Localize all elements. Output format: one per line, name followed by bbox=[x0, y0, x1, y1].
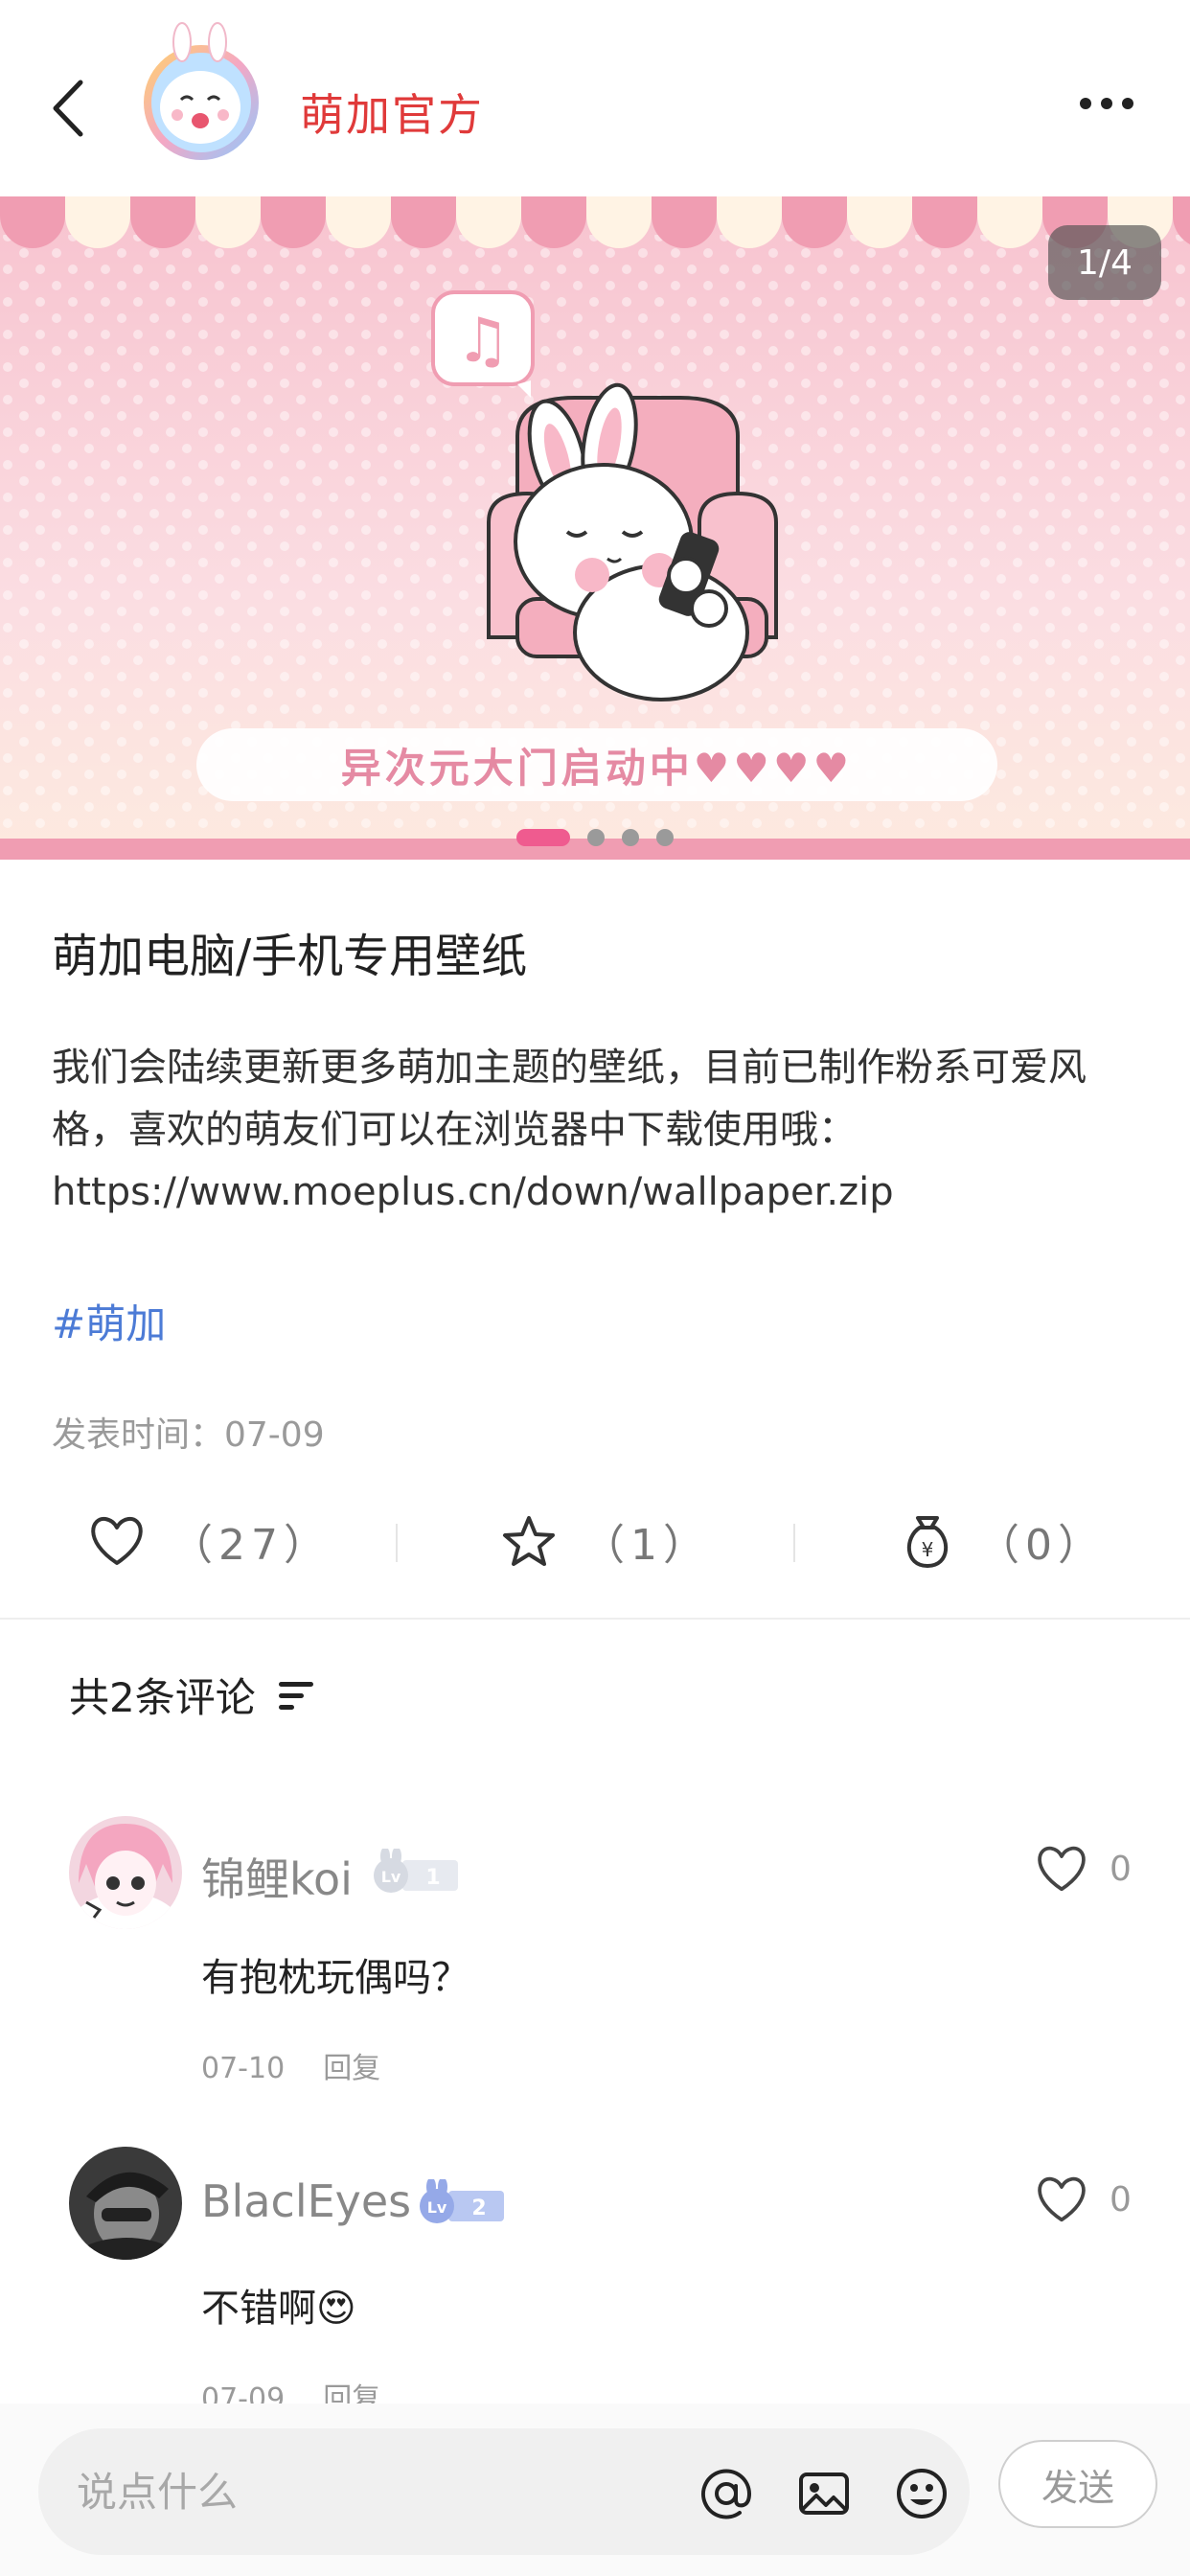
top-bar: 萌加官方 bbox=[0, 0, 1190, 196]
carousel-dot[interactable] bbox=[622, 829, 639, 846]
image-carousel[interactable]: ♫ 1/4 异次元大门启动中♥♥♥♥ bbox=[0, 196, 1190, 860]
commenter-name[interactable]: BlaclEyes bbox=[201, 2175, 411, 2227]
comment-input-pill bbox=[38, 2428, 970, 2555]
hashtag-link[interactable]: #萌加 bbox=[52, 1292, 166, 1350]
action-divider bbox=[396, 1524, 398, 1562]
favorite-button[interactable]: （1） bbox=[500, 1495, 711, 1587]
comment-text: 有抱枕玩偶吗？ bbox=[201, 1956, 469, 2000]
more-icon[interactable] bbox=[1078, 92, 1135, 115]
reward-button[interactable]: ¥ （0） bbox=[903, 1495, 1106, 1587]
comment-like-button[interactable]: 0 bbox=[1035, 1845, 1132, 1893]
comment-like-count: 0 bbox=[1110, 1849, 1132, 1889]
carousel-indicator bbox=[0, 829, 1190, 846]
comment-date: 07-10 bbox=[201, 2052, 286, 2085]
emoji-icon[interactable] bbox=[895, 2467, 949, 2520]
page-title[interactable]: 萌加官方 bbox=[300, 80, 484, 144]
bunny-level-icon: Lv 1 bbox=[374, 1849, 458, 1893]
heart-icon bbox=[1038, 2176, 1086, 2222]
svg-text:Lv: Lv bbox=[427, 2198, 447, 2217]
reply-button[interactable]: 回复 bbox=[323, 2052, 380, 2085]
banner-caption: 异次元大门启动中♥♥♥♥ bbox=[340, 744, 854, 792]
bunny-level-icon: Lv 2 bbox=[420, 2179, 504, 2223]
svg-text:2: 2 bbox=[471, 2196, 486, 2220]
comment-meta: 07-10 回复 bbox=[201, 2044, 380, 2086]
level-badge: Lv 1 bbox=[374, 1849, 462, 1895]
back-arrow-icon[interactable] bbox=[46, 77, 92, 140]
like-button[interactable]: （27） bbox=[88, 1495, 332, 1587]
post-actions: （27） （1） ¥ （0） bbox=[0, 1495, 1190, 1587]
reward-count: （0） bbox=[977, 1521, 1106, 1570]
mention-icon[interactable] bbox=[699, 2467, 753, 2520]
comment-like-count: 0 bbox=[1110, 2179, 1132, 2220]
svg-text:♫: ♫ bbox=[455, 306, 510, 377]
heart-icon bbox=[91, 1516, 143, 1565]
comment-count-label: 共2条评论 bbox=[69, 1674, 256, 1721]
official-avatar[interactable] bbox=[139, 21, 263, 165]
heart-icon bbox=[1038, 1846, 1086, 1892]
svg-text:¥: ¥ bbox=[922, 1538, 934, 1561]
send-button[interactable]: 发送 bbox=[998, 2440, 1157, 2528]
post-body: 我们会陆续更新更多萌加主题的壁纸，目前已制作粉系可爱风格，喜欢的萌友们可以在浏览… bbox=[52, 1046, 1087, 1214]
svg-text:1: 1 bbox=[425, 1866, 440, 1890]
carousel-dot[interactable] bbox=[587, 829, 605, 846]
favorite-count: （1） bbox=[583, 1521, 711, 1570]
like-count: （27） bbox=[171, 1521, 332, 1570]
avatar[interactable] bbox=[69, 2147, 182, 2260]
comment-text: 不错啊😍 bbox=[201, 2287, 356, 2331]
comment-like-button[interactable]: 0 bbox=[1035, 2175, 1132, 2223]
comment-composer: 发送 bbox=[0, 2404, 1190, 2576]
image-icon[interactable] bbox=[797, 2467, 851, 2520]
comments-header: 共2条评论 bbox=[69, 1666, 315, 1724]
comment-input[interactable] bbox=[77, 2428, 652, 2555]
level-badge: Lv 2 bbox=[420, 2179, 508, 2225]
money-bag-icon: ¥ bbox=[906, 1516, 949, 1568]
svg-text:Lv: Lv bbox=[381, 1868, 401, 1886]
action-divider bbox=[793, 1524, 795, 1562]
sort-icon[interactable] bbox=[277, 1678, 315, 1713]
avatar[interactable] bbox=[69, 1816, 182, 1929]
post-time: 发表时间：07-09 bbox=[52, 1415, 325, 1455]
commenter-name[interactable]: 锦鲤koi bbox=[201, 1845, 353, 1908]
banner-caption-pill: 异次元大门启动中♥♥♥♥ bbox=[196, 728, 997, 801]
post-title: 萌加电脑/手机专用壁纸 bbox=[52, 930, 528, 983]
section-divider bbox=[0, 1618, 1190, 1620]
star-icon bbox=[503, 1516, 555, 1566]
carousel-dot-active[interactable] bbox=[516, 829, 570, 846]
image-counter: 1/4 bbox=[1048, 225, 1161, 300]
carousel-dot[interactable] bbox=[656, 829, 674, 846]
